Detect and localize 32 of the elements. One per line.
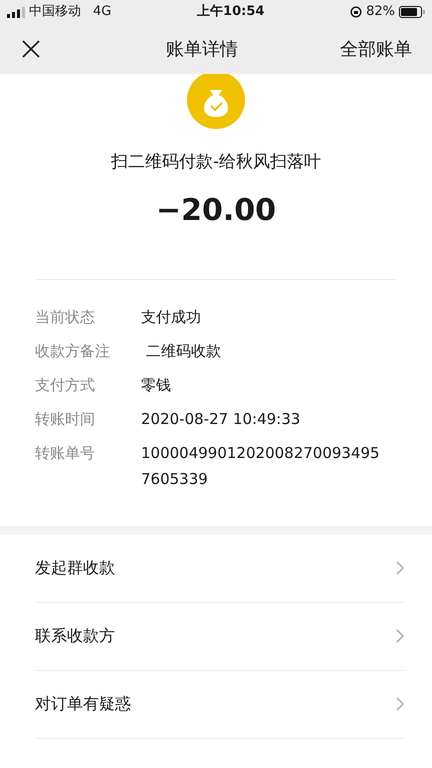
signal-icon	[7, 6, 25, 18]
detail-value: 支付成功	[141, 306, 202, 328]
all-bills-link[interactable]: 全部账单	[340, 36, 412, 62]
detail-value: 2020-08-27 10:49:33	[141, 408, 302, 430]
money-bag-icon	[186, 74, 246, 130]
carrier-name: 中国移动	[29, 3, 81, 22]
detail-value: 二维码收款	[144, 340, 222, 362]
action-label: 对订单有疑惑	[35, 693, 131, 715]
nav-title: 账单详情	[166, 38, 238, 62]
battery-percent: 82%	[366, 3, 395, 22]
status-time: 上午10:54	[197, 3, 264, 22]
action-row[interactable]: 发起群收款	[35, 534, 404, 602]
detail-value: 10000499012020082700934957605339	[141, 442, 381, 490]
action-label: 发起群收款	[35, 557, 115, 579]
detail-label: 转账单号	[35, 442, 96, 464]
detail-label: 转账时间	[35, 408, 96, 430]
battery-icon	[399, 6, 425, 18]
payment-title: 扫二维码付款-给秋风扫落叶	[110, 152, 322, 172]
rotation-lock-icon	[350, 6, 362, 18]
detail-label: 收款方备注	[35, 340, 111, 362]
action-row[interactable]: 联系收款方	[35, 602, 404, 670]
chevron-right-icon	[396, 629, 404, 643]
detail-value: 零钱	[141, 374, 172, 396]
detail-label: 当前状态	[35, 306, 96, 328]
chevron-right-icon	[396, 561, 404, 575]
action-row[interactable]: 对订单有疑惑	[35, 670, 404, 738]
action-label: 联系收款方	[35, 625, 115, 647]
chevron-right-icon	[396, 697, 404, 711]
detail-label: 支付方式	[35, 374, 96, 396]
network-type: 4G	[93, 3, 112, 22]
payment-amount: −20.00	[156, 192, 276, 228]
close-icon[interactable]	[22, 40, 40, 58]
